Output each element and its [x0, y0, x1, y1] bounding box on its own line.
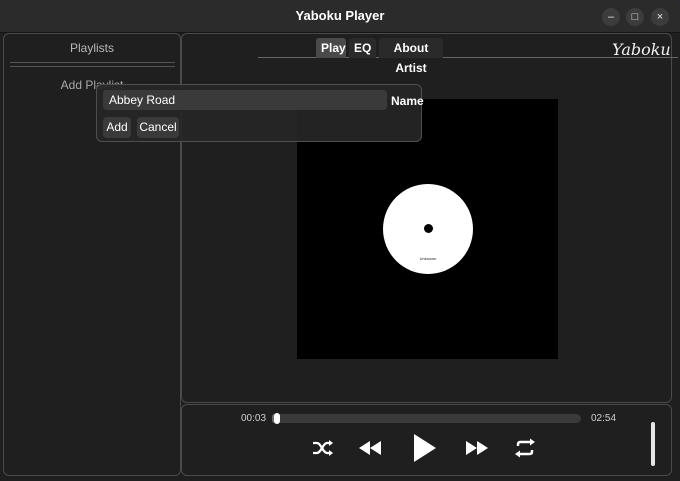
disc-label: Unknown [419, 256, 437, 261]
vinyl-disc-icon: Unknown [383, 184, 473, 274]
close-icon: × [656, 11, 664, 23]
app-window: Yaboku Player – □ × Playlists Add Playli… [0, 0, 680, 481]
play-button[interactable] [409, 432, 439, 464]
sidebar-divider [10, 66, 175, 67]
repeat-icon [515, 438, 535, 458]
total-time: 02:54 [591, 413, 617, 424]
maximize-button[interactable]: □ [626, 8, 644, 26]
previous-icon [359, 441, 381, 455]
window-title: Yaboku Player [295, 8, 385, 23]
repeat-button[interactable] [512, 437, 538, 459]
minimize-button[interactable]: – [602, 8, 620, 26]
shuffle-button[interactable] [311, 438, 335, 458]
playlists-heading: Playlists [69, 41, 114, 55]
next-button[interactable] [464, 438, 490, 458]
progress-thumb[interactable] [274, 413, 281, 424]
minimize-icon: – [607, 11, 615, 23]
disc-center-hole [424, 224, 433, 233]
tab-about-artist[interactable]: About Artist [379, 38, 443, 75]
tab-play[interactable]: Play [316, 38, 346, 58]
add-button[interactable]: Add [103, 117, 131, 138]
close-button[interactable]: × [651, 8, 669, 26]
next-icon [466, 441, 488, 455]
progress-bar[interactable] [272, 413, 581, 424]
tab-eq[interactable]: EQ [349, 38, 376, 58]
yaboku-logo: Yaboku [612, 40, 671, 59]
shuffle-icon [313, 440, 333, 456]
logo-text: Yaboku [612, 40, 671, 59]
title-bar: Yaboku Player – □ × [0, 0, 680, 33]
maximize-icon: □ [631, 11, 639, 23]
previous-button[interactable] [357, 438, 383, 458]
sidebar-divider [10, 62, 175, 63]
volume-slider[interactable] [651, 422, 655, 466]
current-time: 00:03 [241, 413, 267, 424]
name-label: Name [391, 94, 424, 108]
play-icon [414, 434, 436, 462]
add-playlist-dialog: Name Add Cancel [96, 84, 424, 142]
cancel-button[interactable]: Cancel [137, 117, 179, 138]
playlist-name-input[interactable] [103, 90, 387, 110]
